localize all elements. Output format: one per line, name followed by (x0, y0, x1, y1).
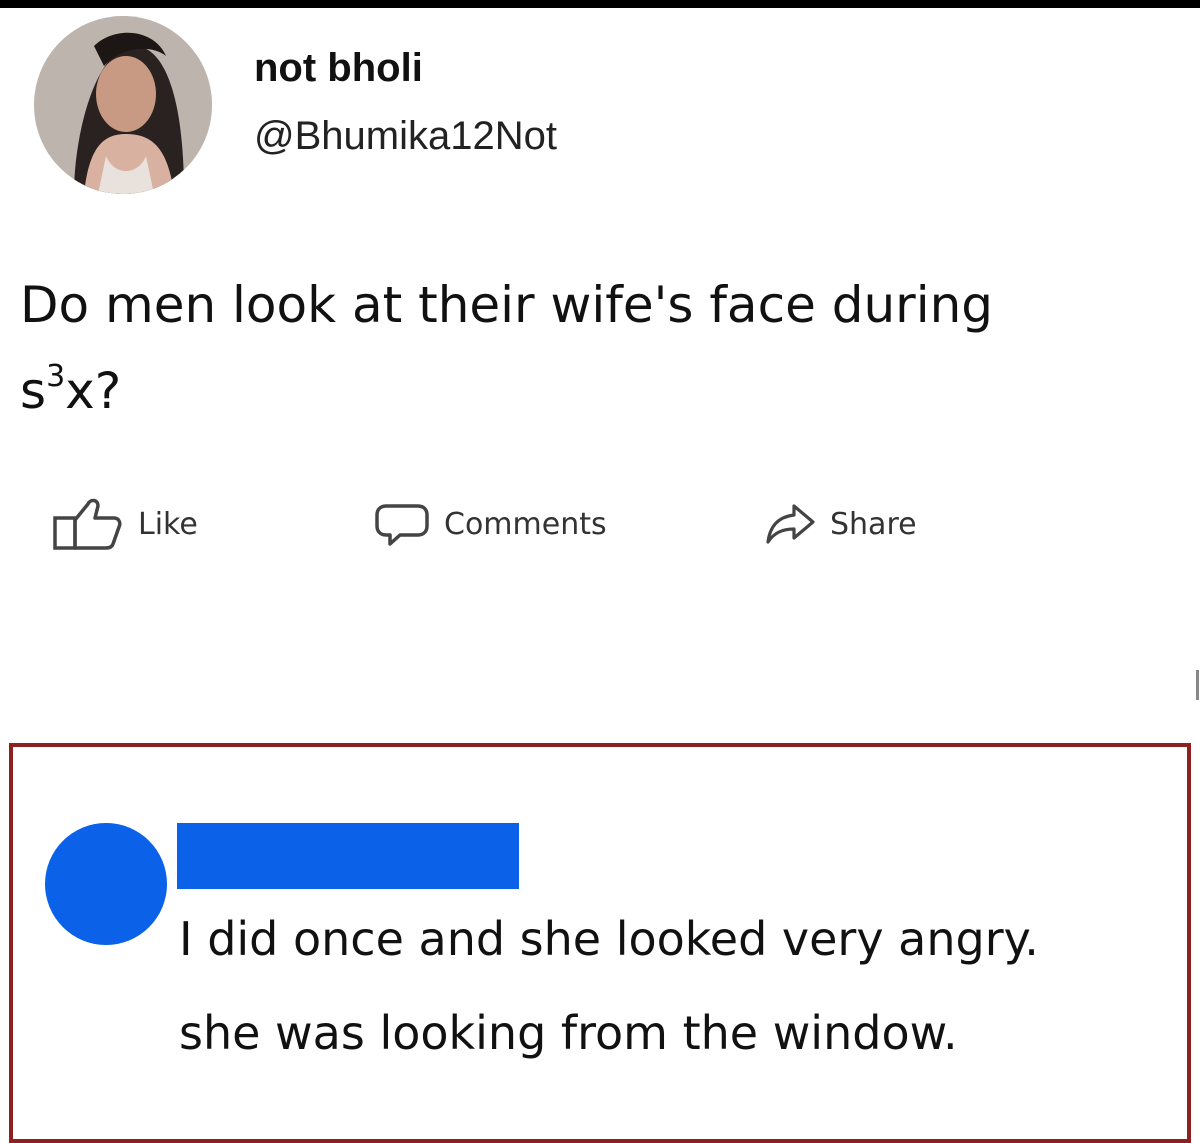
reply-text: I did once and she looked very angry. sh… (179, 899, 1039, 1087)
share-arrow-icon (766, 504, 815, 544)
share-button[interactable]: Share (764, 496, 917, 552)
comments-button[interactable]: Comments (374, 496, 607, 552)
post-text-line-1: Do men look at their wife's face during (20, 276, 994, 334)
like-label: Like (138, 506, 198, 542)
reply-text-line-1: I did once and she looked very angry. (179, 912, 1039, 966)
post-text-suffix: x? (65, 362, 122, 420)
share-label: Share (830, 506, 917, 542)
reply-name-redaction (177, 823, 519, 889)
thumbs-up-icon (53, 498, 122, 550)
post-text-superscript: 3 (46, 359, 66, 394)
reply-card: I did once and she looked very angry. sh… (9, 743, 1191, 1143)
avatar-photo (34, 16, 212, 194)
reply-avatar-redaction (45, 823, 167, 945)
post-text-line-2: s3x? (20, 348, 1180, 434)
author-handle[interactable]: @Bhumika12Not (254, 114, 557, 159)
edge-mark (1196, 670, 1199, 700)
comments-label: Comments (444, 506, 607, 542)
reply-text-line-2: she was looking from the window. (179, 1006, 958, 1060)
post-text: Do men look at their wife's face during … (20, 262, 1180, 434)
author-avatar[interactable] (34, 16, 212, 194)
like-button[interactable]: Like (52, 496, 198, 552)
author-display-name[interactable]: not bholi (254, 46, 423, 91)
comment-bubble-icon (375, 504, 429, 546)
post-text-prefix: s (20, 362, 47, 420)
top-border (0, 0, 1200, 8)
